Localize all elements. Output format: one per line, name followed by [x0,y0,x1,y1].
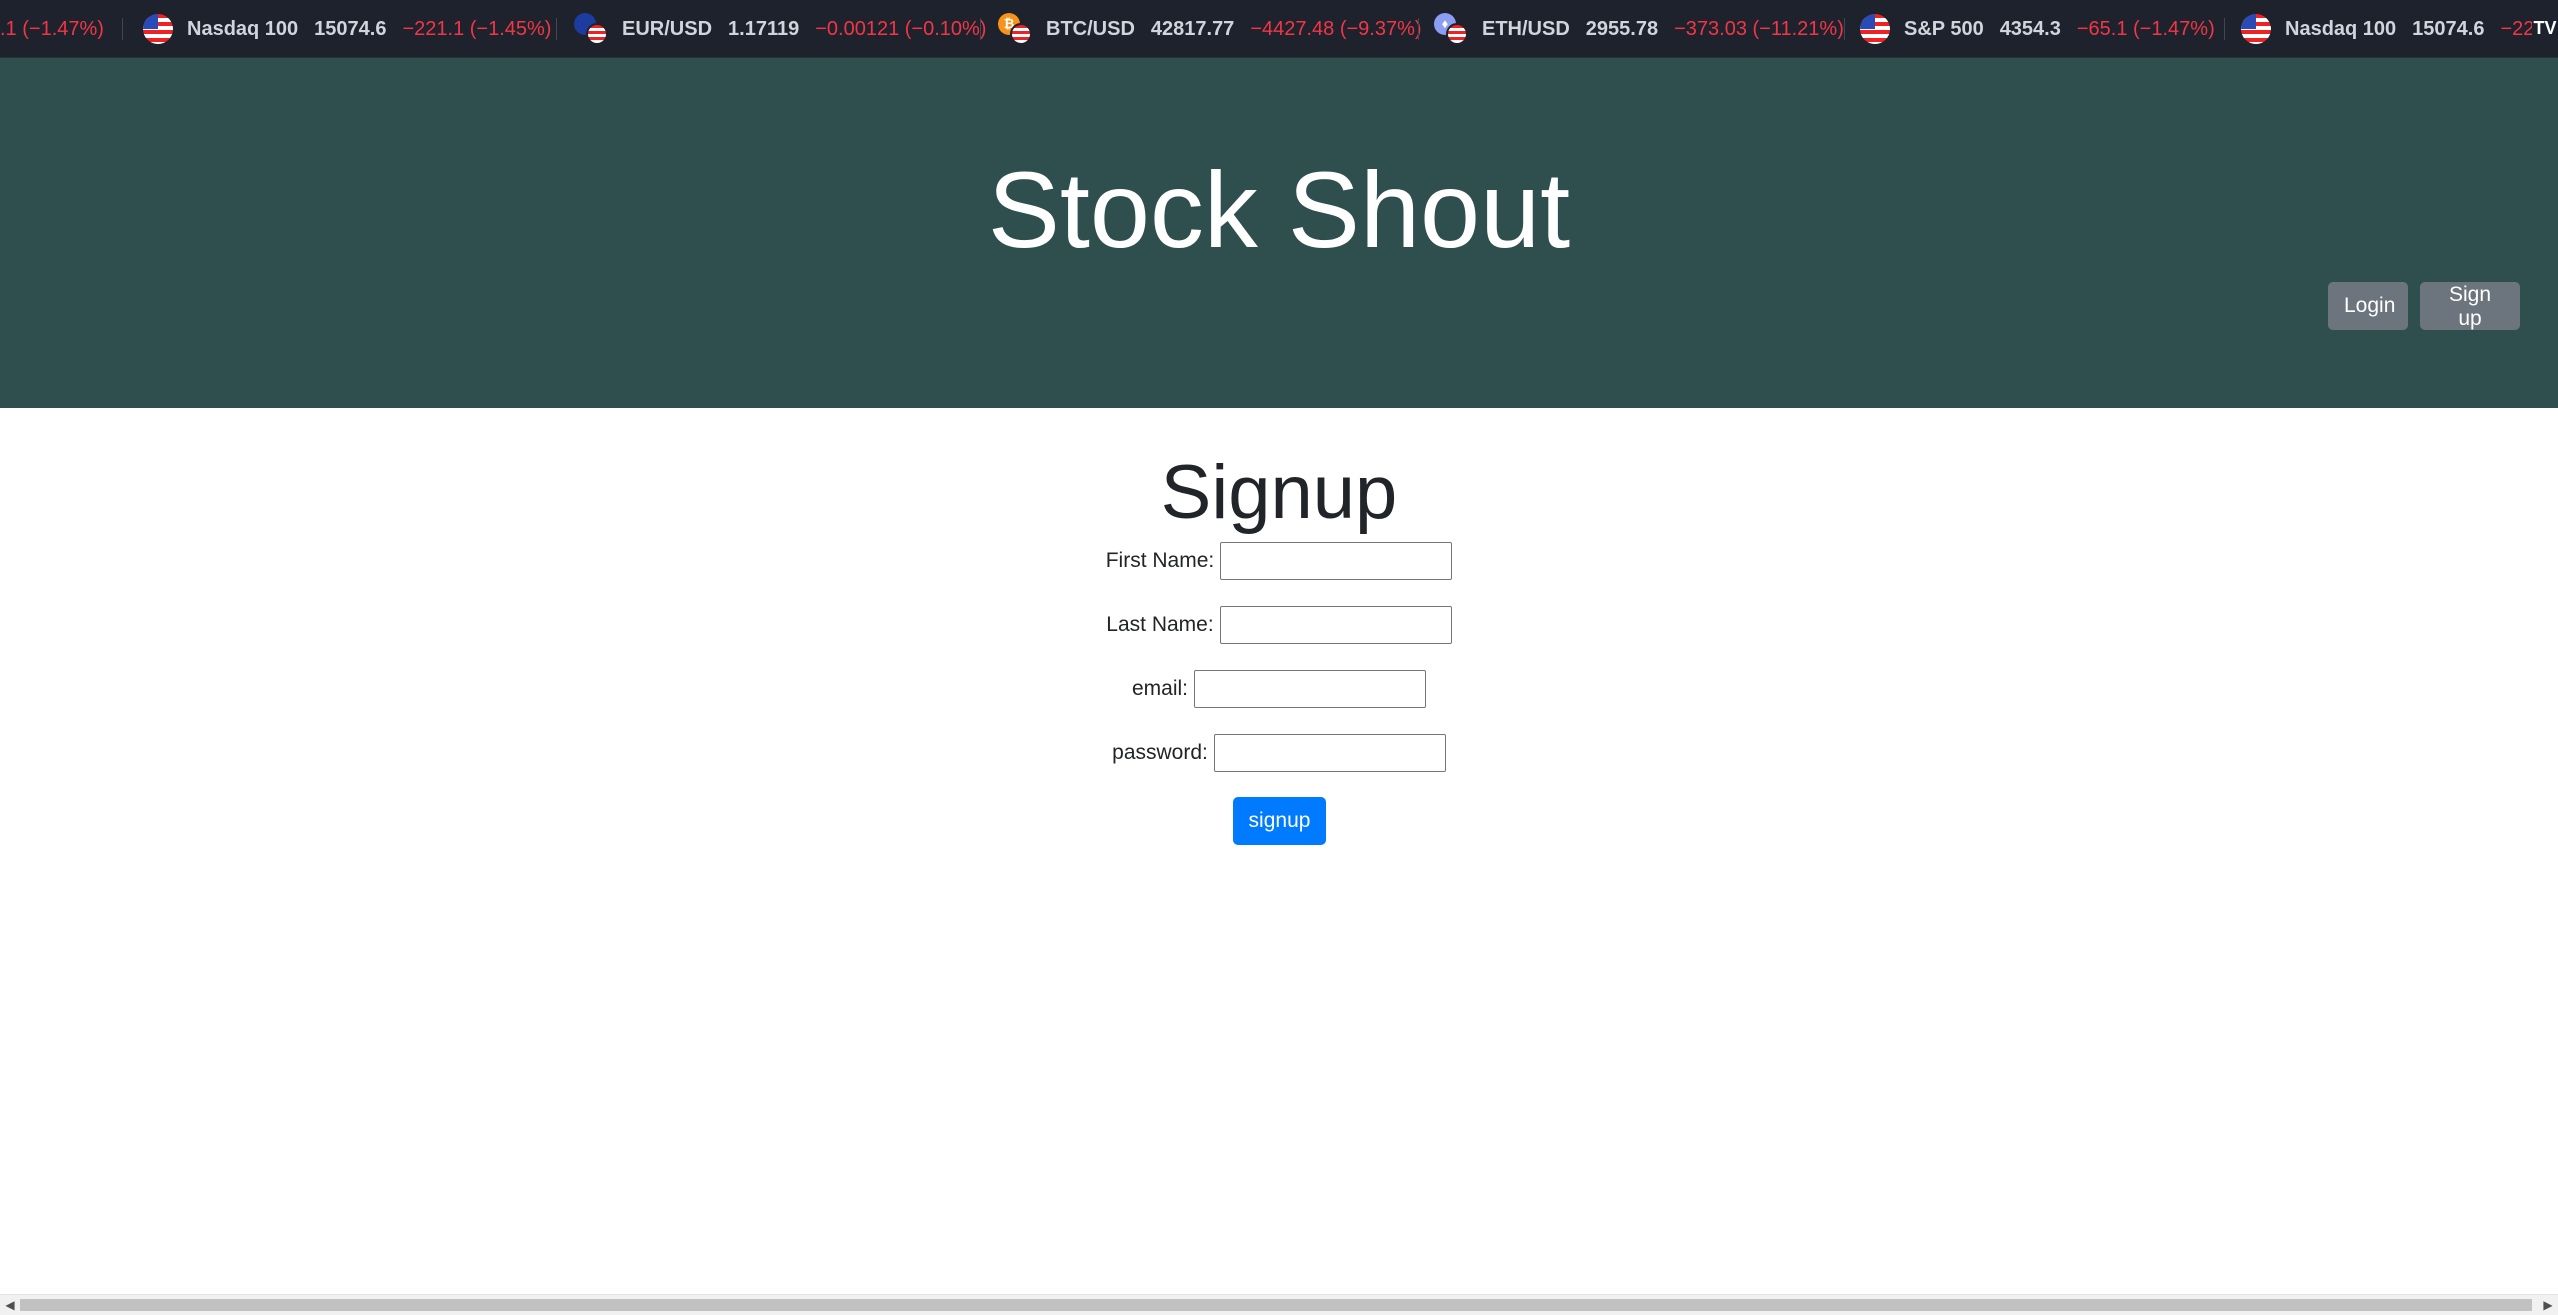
ticker-separator [2224,18,2225,40]
ticker-price: 42817.77 [1150,17,1235,40]
ticker-item[interactable]: .1 (−1.47%) [0,0,104,57]
last-name-input[interactable] [1219,606,1452,644]
ticker-separator [122,18,123,40]
ticker-change: −221.1 (−1.45%) [402,17,552,40]
first-name-label: First Name: [1105,549,1215,572]
email-label: email: [1131,677,1189,700]
ticker-item[interactable]: EUR/USD 1.17119 −0.00121 (−0.10%) [574,0,987,57]
ticker-price: 1.17119 [728,17,800,40]
us-flag-icon [2241,14,2271,44]
ticker-item[interactable]: Nasdaq 100 15074.6 −22 [2241,0,2535,57]
ticker-track: .1 (−1.47%) Nasdaq 100 15074.6 −221.1 (−… [0,0,2558,57]
ticker-item[interactable]: Nasdaq 100 15074.6 −221.1 (−1.45%) [143,0,552,57]
ticker-symbol: Nasdaq 100 [187,17,299,40]
ticker-tape: .1 (−1.47%) Nasdaq 100 15074.6 −221.1 (−… [0,0,2558,58]
password-row: password: [0,733,2558,773]
eth-usd-icon: ♦ [1434,13,1468,45]
ticker-separator [1418,18,1419,40]
ticker-change: .1 (−1.47%) [0,17,104,40]
site-header: Stock Shout Login Sign up [0,58,2558,408]
us-flag-icon [143,14,173,44]
ticker-separator [980,18,981,40]
horizontal-scrollbar[interactable]: ◀ ▶ [0,1294,2558,1315]
scroll-right-icon[interactable]: ▶ [2538,1295,2558,1315]
password-label: password: [1112,741,1208,764]
btc-usd-icon: ₿ [998,13,1032,45]
site-title: Stock Shout [987,149,1571,270]
us-flag-icon [1860,14,1890,44]
ticker-price: 2955.78 [1585,17,1659,40]
ticker-separator [556,18,557,40]
tradingview-logo-icon[interactable]: TV [2532,8,2558,48]
last-name-row: Last Name: [0,605,2558,645]
ticker-symbol: BTC/USD [1046,17,1135,40]
password-input[interactable] [1213,734,1446,772]
ticker-change: −22 [2500,17,2535,40]
email-input[interactable] [1194,670,1427,708]
ticker-item[interactable]: ₿ BTC/USD 42817.77 −4427.48 (−9.37%) [998,0,1422,57]
ticker-symbol: Nasdaq 100 [2285,17,2397,40]
ticker-separator [1844,18,1845,40]
ticker-item[interactable]: ♦ ETH/USD 2955.78 −373.03 (−11.21%) [1434,0,1844,57]
ticker-price: 4354.3 [1999,17,2061,40]
ticker-change: −4427.48 (−9.37%) [1250,17,1422,40]
first-name-row: First Name: [0,541,2558,581]
scroll-left-icon[interactable]: ◀ [0,1295,20,1315]
ticker-change: −373.03 (−11.21%) [1674,17,1844,40]
ticker-symbol: ETH/USD [1482,17,1570,40]
ticker-price: 15074.6 [314,17,387,40]
login-button[interactable]: Login [2328,282,2408,330]
ticker-price: 15074.6 [2412,17,2485,40]
signup-submit-button[interactable]: signup [1233,797,1326,845]
ticker-symbol: EUR/USD [622,17,713,40]
email-row: email: [0,669,2558,709]
scrollbar-thumb[interactable] [20,1299,2532,1311]
first-name-input[interactable] [1220,542,1453,580]
ticker-symbol: S&P 500 [1904,17,1984,40]
page-title: Signup [1160,450,1398,535]
last-name-label: Last Name: [1106,613,1214,636]
ticker-change: −65.1 (−1.47%) [2076,17,2215,40]
ticker-change: −0.00121 (−0.10%) [815,17,987,40]
eur-usd-flag-icon [574,13,608,45]
ticker-item[interactable]: S&P 500 4354.3 −65.1 (−1.47%) [1860,0,2215,57]
signup-nav-button[interactable]: Sign up [2420,282,2520,330]
